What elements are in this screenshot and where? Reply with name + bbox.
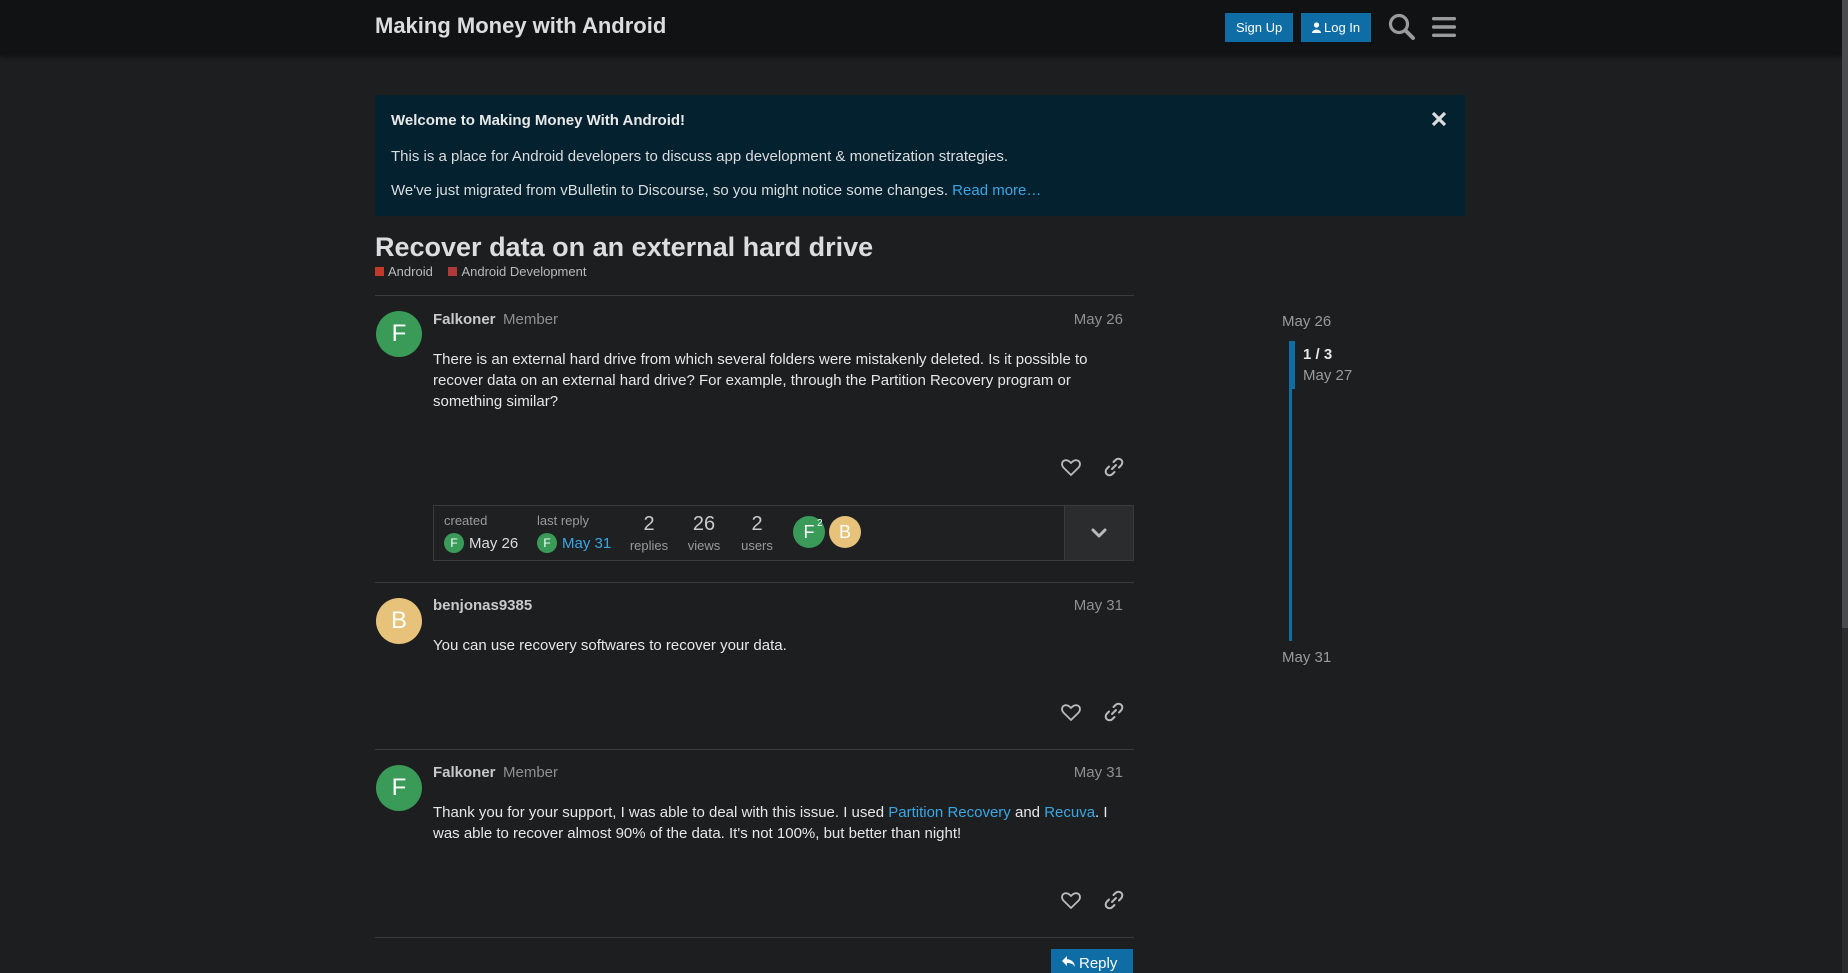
post-divider xyxy=(375,582,1134,583)
views-stat: 26 views xyxy=(684,513,724,553)
post-divider xyxy=(375,749,1134,750)
participant-avatar[interactable]: B xyxy=(829,516,861,548)
chevron-down-icon xyxy=(1089,523,1109,546)
welcome-banner: Welcome to Making Money With Android! Th… xyxy=(375,95,1465,216)
post-date[interactable]: May 26 xyxy=(1074,311,1123,328)
last-reply-label: last reply xyxy=(537,513,590,528)
avatar: F xyxy=(444,533,464,553)
users-label: users xyxy=(741,538,773,553)
signup-button[interactable]: Sign Up xyxy=(1225,13,1294,42)
expand-topic-map-button[interactable] xyxy=(1064,506,1133,560)
created-date: May 26 xyxy=(469,534,519,552)
topic-map-summary: created F May 26 last reply F May 31 2 rep… xyxy=(433,505,1134,561)
timeline-position: 1 / 3 xyxy=(1303,346,1333,363)
post-user-title: Member xyxy=(503,311,559,328)
post-body: Thank you for your support, I was able t… xyxy=(433,802,1113,844)
post-date[interactable]: May 31 xyxy=(1074,764,1123,781)
post-user-title: Member xyxy=(503,764,559,781)
reply-button[interactable]: Reply xyxy=(1051,949,1133,973)
avatar: F xyxy=(537,533,557,553)
share-link-icon[interactable] xyxy=(1102,455,1126,479)
created-label: created xyxy=(444,513,488,528)
like-heart-icon[interactable] xyxy=(1059,700,1083,724)
replies-count: 2 xyxy=(643,513,655,535)
category-android[interactable]: Android xyxy=(375,264,433,279)
banner-line-1: This is a place for Android developers t… xyxy=(391,148,1009,165)
timeline-start-date[interactable]: May 26 xyxy=(1282,313,1331,330)
participant-post-count: 2 xyxy=(817,518,823,529)
category-android-development-label: Android Development xyxy=(461,264,587,279)
like-heart-icon[interactable] xyxy=(1059,455,1083,479)
recuva-link[interactable]: Recuva xyxy=(1044,804,1095,821)
last-reply-date[interactable]: May 31 xyxy=(562,535,611,552)
read-more-link[interactable]: Read more… xyxy=(952,182,1041,199)
post-body: There is an external hard drive from whi… xyxy=(433,351,1088,410)
post-divider xyxy=(375,937,1134,938)
login-label: Log In xyxy=(1324,20,1361,35)
category-color-square xyxy=(448,267,458,276)
users-count: 2 xyxy=(751,513,763,535)
users-stat: 2 users xyxy=(737,513,777,553)
share-link-icon[interactable] xyxy=(1102,888,1126,912)
reply-arrow-icon xyxy=(1061,949,1076,973)
scrollbar-thumb[interactable] xyxy=(1842,0,1848,628)
category-android-development[interactable]: Android Development xyxy=(448,264,586,279)
post-divider xyxy=(375,295,1134,296)
partition-recovery-link[interactable]: Partition Recovery xyxy=(888,804,1011,821)
search-icon[interactable] xyxy=(1386,11,1418,43)
close-icon[interactable] xyxy=(1429,109,1449,129)
summary-last-reply[interactable]: last reply F May 31 xyxy=(537,513,611,553)
post-date[interactable]: May 31 xyxy=(1074,597,1123,614)
timeline-scroll-handle[interactable] xyxy=(1289,341,1295,389)
summary-created[interactable]: created F May 26 xyxy=(444,513,518,553)
category-android-label: Android xyxy=(388,264,433,279)
login-button[interactable]: Log In xyxy=(1301,13,1372,43)
timeline-end-date[interactable]: May 31 xyxy=(1282,649,1331,666)
site-title[interactable]: Making Money with Android xyxy=(375,13,666,39)
post-username[interactable]: benjonas9385 xyxy=(433,597,532,614)
banner-line-2: We've just migrated from vBulletin to Di… xyxy=(391,182,1449,199)
replies-stat: 2 replies xyxy=(629,513,669,553)
timeline-position-date: May 27 xyxy=(1303,367,1353,384)
reply-label: Reply xyxy=(1079,955,1118,972)
page-scrollbar[interactable] xyxy=(1842,0,1848,973)
avatar[interactable]: F xyxy=(376,765,422,811)
like-heart-icon[interactable] xyxy=(1059,888,1083,912)
share-link-icon[interactable] xyxy=(1102,700,1126,724)
avatar[interactable]: F xyxy=(376,311,422,357)
hamburger-menu-icon[interactable] xyxy=(1428,11,1460,43)
post-body-text: Thank you for your support, I was able t… xyxy=(433,804,889,821)
banner-line-2-text: We've just migrated from vBulletin to Di… xyxy=(391,182,948,199)
site-header: Making Money with Android Sign Up Log In xyxy=(0,0,1842,55)
user-icon xyxy=(1312,14,1321,43)
replies-label: replies xyxy=(629,538,669,553)
topic-title[interactable]: Recover data on an external hard drive xyxy=(375,232,873,263)
category-color-square xyxy=(375,267,384,276)
post-body: You can use recovery softwares to recove… xyxy=(433,637,787,654)
views-count: 26 xyxy=(692,513,716,535)
avatar[interactable]: B xyxy=(376,598,422,644)
category-badges: Android Android Development xyxy=(375,264,598,279)
views-label: views xyxy=(687,538,721,553)
post-username[interactable]: Falkoner xyxy=(433,311,496,328)
banner-title: Welcome to Making Money With Android! xyxy=(391,112,686,129)
post-body-text: and xyxy=(1010,804,1045,821)
post-username[interactable]: Falkoner xyxy=(433,764,496,781)
